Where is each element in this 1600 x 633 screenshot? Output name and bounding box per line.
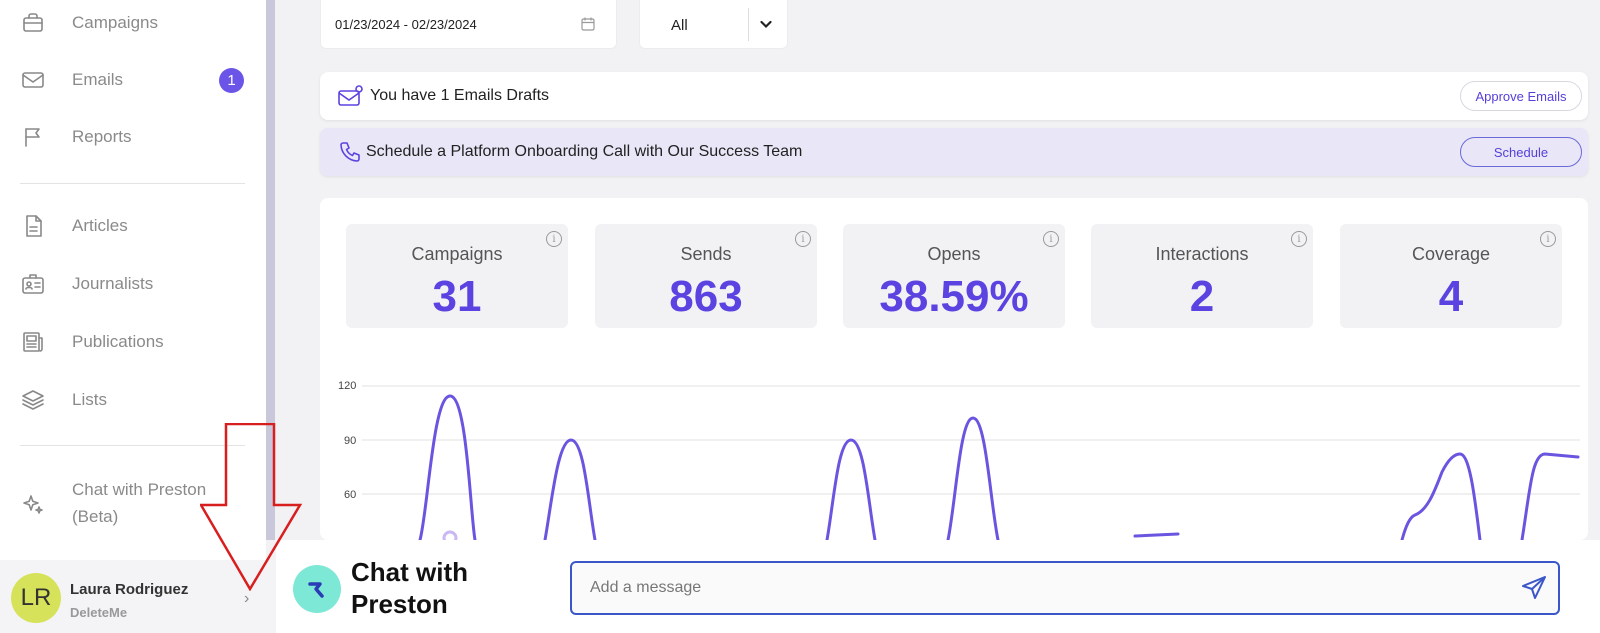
sidebar-item-articles[interactable]: Articles	[0, 204, 266, 248]
sidebar-item-campaigns[interactable]: Campaigns	[0, 1, 266, 45]
stat-campaigns: Campaigns 31 i	[346, 224, 568, 328]
series-line	[1133, 532, 1180, 538]
stat-value: 4	[1438, 272, 1464, 321]
sidebar-item-publications[interactable]: Publications	[0, 320, 266, 364]
series-line	[825, 438, 877, 540]
sparkle-icon	[20, 492, 46, 518]
sidebar-item-journalists[interactable]: Journalists	[0, 262, 266, 306]
calendar-icon	[581, 17, 595, 31]
approve-emails-button[interactable]: Approve Emails	[1460, 81, 1582, 111]
sidebar-item-reports[interactable]: Reports	[0, 115, 266, 159]
date-range-value: 01/23/2024 - 02/23/2024	[335, 17, 477, 32]
annotation-arrow-down-icon	[200, 423, 302, 591]
drafts-message: You have 1 Emails Drafts	[370, 87, 550, 104]
date-range-picker[interactable]: 01/23/2024 - 02/23/2024	[320, 0, 617, 49]
send-icon[interactable]	[1520, 574, 1548, 602]
flag-icon	[20, 124, 46, 150]
sidebar-item-label: Journalists	[72, 274, 154, 293]
newspaper-icon	[20, 329, 46, 355]
sidebar-item-label: Reports	[72, 127, 132, 146]
sidebar-item-label: Emails	[72, 70, 124, 89]
select-separator	[748, 8, 749, 41]
mail-icon	[20, 67, 46, 93]
chat-message-input[interactable]	[570, 561, 1560, 615]
stat-interactions: Interactions 2 i	[1091, 224, 1313, 328]
stat-value: 38.59%	[879, 272, 1029, 321]
y-tick-label: 60	[344, 489, 356, 501]
avatar: LR	[11, 573, 61, 623]
sidebar-item-label: Publications	[72, 332, 164, 351]
phone-icon	[340, 142, 360, 162]
sidebar-divider	[20, 183, 245, 184]
stat-value: 863	[669, 272, 743, 321]
user-organization: DeleteMe	[70, 605, 128, 620]
stat-coverage: Coverage 4 i	[1340, 224, 1562, 328]
series-line	[1400, 452, 1482, 540]
stat-label: Coverage	[1411, 244, 1491, 264]
series-line	[1520, 452, 1580, 540]
series-line	[946, 416, 1000, 540]
info-icon[interactable]: i	[1043, 231, 1059, 247]
sidebar-item-label: Campaigns	[72, 13, 158, 32]
sidebar-item-lists[interactable]: Lists	[0, 378, 266, 422]
sidebar-item-emails[interactable]: Emails 1	[0, 58, 266, 102]
info-icon[interactable]: i	[795, 231, 811, 247]
sidebar-item-label: Lists	[72, 390, 107, 409]
chevron-down-icon[interactable]	[758, 16, 774, 32]
sidebar-item-label: Articles	[72, 216, 128, 235]
layers-icon	[20, 387, 46, 413]
chat-title: Chat with Preston	[351, 557, 468, 619]
info-icon[interactable]: i	[1540, 231, 1556, 247]
stat-sends: Sends 863 i	[595, 224, 817, 328]
info-icon[interactable]: i	[546, 231, 562, 247]
info-icon[interactable]: i	[1291, 231, 1307, 247]
chevron-right-icon[interactable]: ›	[244, 590, 249, 608]
briefcase-icon	[20, 10, 46, 36]
stat-opens: Opens 38.59% i	[843, 224, 1065, 328]
unread-badge: 1	[219, 67, 244, 93]
data-point	[442, 530, 458, 540]
user-name: Laura Rodriguez	[70, 581, 189, 598]
email-drafts-banner: You have 1 Emails Drafts Approve Emails	[320, 72, 1588, 120]
series-line	[543, 438, 597, 540]
onboarding-banner: Schedule a Platform Onboarding Call with…	[320, 128, 1588, 176]
stat-label: Opens	[927, 244, 981, 264]
activity-line-chart: 120 90 60	[338, 380, 1580, 540]
filter-select[interactable]: All	[639, 0, 788, 49]
stat-label: Interactions	[1155, 244, 1249, 264]
schedule-button[interactable]: Schedule	[1460, 137, 1582, 167]
filter-select-value: All	[671, 17, 688, 34]
stat-label: Campaigns	[411, 244, 503, 264]
onboarding-message: Schedule a Platform Onboarding Call with…	[366, 143, 803, 160]
y-tick-label: 90	[344, 435, 356, 447]
stat-label: Sends	[680, 244, 732, 264]
id-card-icon	[20, 271, 46, 297]
stat-value: 2	[1189, 272, 1215, 321]
document-icon	[20, 213, 46, 239]
y-tick-label: 120	[338, 380, 356, 392]
mail-notification-icon	[338, 85, 363, 106]
series-line	[418, 394, 477, 540]
stat-value: 31	[432, 272, 482, 321]
